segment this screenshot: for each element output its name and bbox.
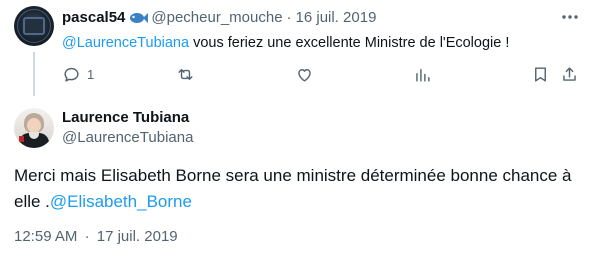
tweet-handle[interactable]: @LaurenceTubiana [62, 129, 193, 146]
tweet-text: Merci mais Elisabeth Borne sera une mini… [14, 163, 589, 215]
share-icon [563, 66, 576, 81]
like-button[interactable] [295, 63, 314, 85]
thread-connector-line [33, 52, 35, 96]
fish-icon [130, 12, 149, 23]
tweet-display-name[interactable]: Laurence Tubiana [62, 109, 189, 126]
reply-separator: · [286, 9, 292, 26]
avatar-face [27, 118, 41, 133]
avatar-emblem [23, 17, 45, 35]
analytics-icon [416, 68, 430, 82]
tweet-time: 12:59 AM [14, 228, 78, 245]
reply-count: 1 [87, 66, 95, 82]
reply-handle[interactable]: @pecheur_mouche [151, 9, 282, 26]
reply-header: pascal54 @pecheur_mouche · 16 juil. 2019 [62, 9, 376, 26]
bookmark-icon [535, 66, 546, 82]
avatar-pascal54[interactable] [14, 6, 54, 46]
reply-date[interactable]: 16 juil. 2019 [296, 9, 377, 26]
tweet-timestamp[interactable]: 12:59 AM · 17 juil. 2019 [14, 228, 178, 245]
tweet-date: 17 juil. 2019 [96, 228, 178, 245]
comment-icon [64, 67, 79, 82]
more-options-icon[interactable] [560, 12, 580, 22]
tweet-mention-link[interactable]: @Elisabeth_Borne [50, 192, 192, 211]
retweet-button[interactable] [176, 63, 195, 85]
views-button[interactable] [413, 63, 432, 85]
reply-body-text: vous feriez une excellente Ministre de l… [189, 35, 510, 51]
bookmark-button[interactable] [531, 63, 550, 85]
tweet-separator: · [84, 228, 90, 245]
reply-button[interactable]: 1 [62, 63, 94, 85]
reply-mention-link[interactable]: @LaurenceTubiana [62, 35, 189, 51]
reply-display-name[interactable]: pascal54 [62, 9, 125, 26]
share-button[interactable] [560, 63, 579, 85]
reply-action-bar: 1 [62, 63, 592, 85]
avatar-laurence-tubiana[interactable] [14, 108, 54, 148]
reply-text: @LaurenceTubiana vous feriez une excelle… [62, 35, 509, 51]
reply-tweet[interactable]: pascal54 @pecheur_mouche · 16 juil. 2019… [0, 0, 602, 96]
avatar-badge [19, 136, 24, 142]
retweet-icon [178, 68, 193, 80]
heart-icon [298, 68, 311, 82]
main-tweet: Laurence Tubiana @LaurenceTubiana Merci … [0, 96, 602, 261]
